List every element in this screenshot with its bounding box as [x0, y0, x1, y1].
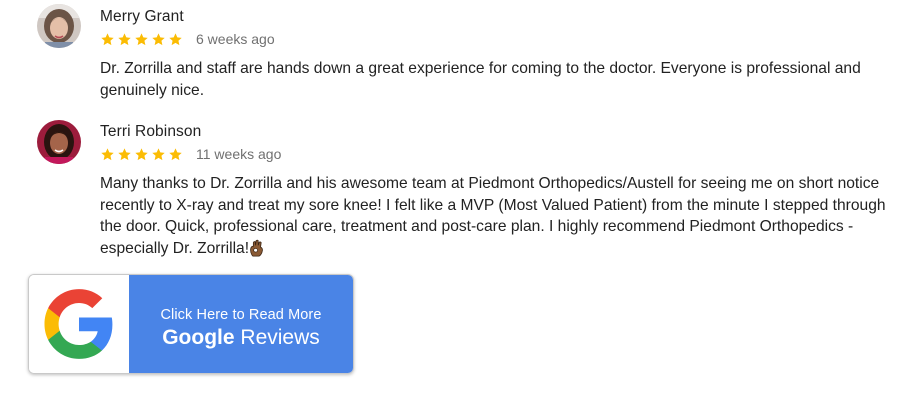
- star-rating: [100, 147, 183, 162]
- star-icon: [152, 32, 165, 45]
- star-icon: [152, 147, 165, 160]
- rating-row: 6 weeks ago: [100, 30, 275, 48]
- reviews-text: Reviews: [240, 326, 320, 349]
- button-title: Google Reviews: [129, 326, 353, 350]
- google-logo-panel: [29, 275, 129, 373]
- google-reviews-label-panel: Click Here to Read More Google Reviews: [129, 275, 353, 373]
- review-text: Many thanks to Dr. Zorrilla and his awes…: [100, 173, 890, 259]
- review-text: Dr. Zorrilla and staff are hands down a …: [100, 60, 861, 99]
- ok-hand-emoji-icon: [250, 239, 263, 257]
- review-text-body: Many thanks to Dr. Zorrilla and his awes…: [100, 175, 886, 257]
- button-caption: Click Here to Read More: [160, 307, 322, 323]
- star-icon: [135, 147, 148, 160]
- review-time: 6 weeks ago: [196, 31, 275, 47]
- star-rating: [100, 32, 183, 47]
- star-icon: [169, 32, 182, 45]
- avatar: [37, 120, 81, 164]
- star-icon: [101, 147, 114, 160]
- reviewer-name: Terri Robinson: [100, 123, 202, 140]
- star-icon: [135, 32, 148, 45]
- star-icon: [169, 147, 182, 160]
- star-icon: [101, 32, 114, 45]
- rating-row: 11 weeks ago: [100, 145, 281, 163]
- google-g-logo-icon: [44, 289, 113, 359]
- avatar: [37, 4, 81, 48]
- star-icon: [118, 147, 131, 160]
- read-google-reviews-button[interactable]: Click Here to Read More Google Reviews: [28, 274, 354, 374]
- reviewer-name: Merry Grant: [100, 8, 184, 25]
- google-brand-text: Google: [162, 326, 235, 349]
- star-icon: [118, 32, 131, 45]
- review-time: 11 weeks ago: [196, 146, 282, 162]
